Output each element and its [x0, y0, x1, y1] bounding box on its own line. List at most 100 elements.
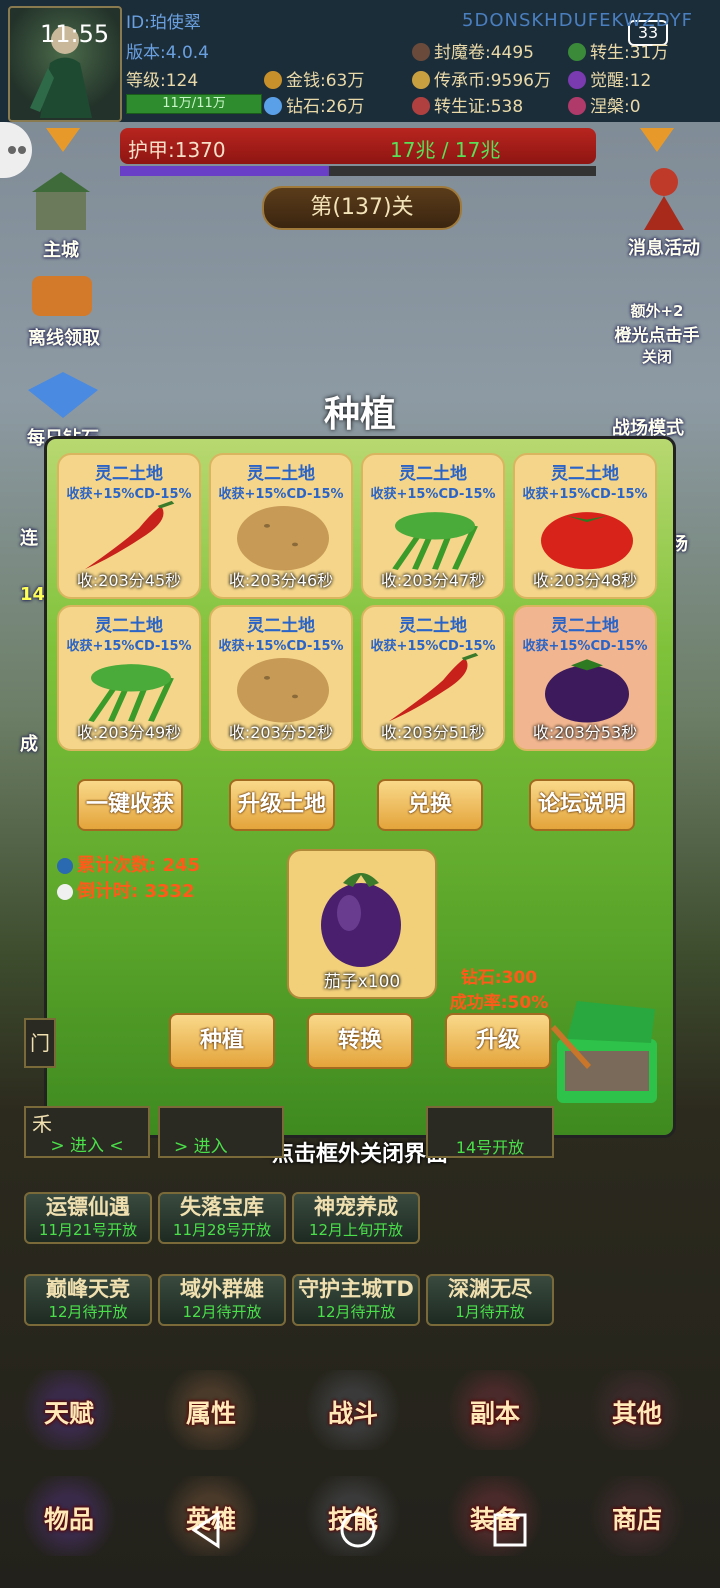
tab-label: 副本	[469, 1399, 520, 1428]
side-left-partial-1[interactable]: 连	[20, 524, 38, 550]
upgrade-land-button[interactable]: 升级土地	[229, 779, 335, 831]
toolbox-icon[interactable]	[547, 995, 667, 1115]
side-left-partial-3[interactable]: 成	[20, 730, 38, 756]
player-id: ID:珀使翠	[126, 13, 201, 33]
event-button-5[interactable]: 域外群雄 12月待开放	[158, 1274, 286, 1326]
event-date: 11月21号开放	[38, 1221, 138, 1239]
extra-label: 额外+2	[630, 302, 684, 320]
greens-icon	[88, 664, 174, 723]
news-event-label: 消息活动	[628, 238, 700, 259]
plot-5[interactable]: 灵二土地 收获+15%CD-15% 收:203分49秒	[57, 605, 201, 751]
event-button-3[interactable]: 神宠养成 12月上旬开放	[292, 1192, 420, 1244]
coin-icon	[264, 71, 282, 89]
android-nav-bar	[0, 1486, 720, 1588]
main-city-button[interactable]: 主城	[18, 170, 104, 261]
orange-light-clicker-button[interactable]: 额外+2 橙光点击手 关闭	[598, 300, 716, 366]
collapse-right-arrow-icon[interactable]	[640, 128, 674, 152]
total-count-row: 累计次数: 245	[57, 851, 200, 877]
news-event-button[interactable]: 消息活动	[612, 160, 716, 259]
convert-button[interactable]: 转换	[307, 1013, 413, 1069]
plot-1[interactable]: 灵二土地 收获+15%CD-15% 收:203分45秒	[57, 453, 201, 599]
partial-left-button-1[interactable]: 门	[24, 1018, 56, 1068]
game-version: 版本:4.0.4	[126, 43, 209, 63]
event-date: 12月上旬开放	[308, 1221, 404, 1239]
plot-3[interactable]: 灵二土地 收获+15%CD-15% 收:203分47秒	[361, 453, 505, 599]
recents-icon[interactable]	[490, 1510, 530, 1550]
castle-icon	[32, 172, 90, 230]
back-icon[interactable]	[188, 1510, 228, 1550]
event-date: 12月待开放	[182, 1303, 262, 1321]
plot-bonus: 收获+15%CD-15%	[370, 639, 496, 654]
nirvana-value: 涅槃:0	[590, 97, 641, 117]
exchange-button[interactable]: 兑换	[377, 779, 483, 831]
tomato-icon	[541, 512, 633, 570]
plot-4[interactable]: 灵二土地 收获+15%CD-15% 收:203分48秒	[513, 453, 657, 599]
rebirth-stat: 转生:31万	[568, 38, 668, 63]
forum-guide-button[interactable]: 论坛说明	[529, 779, 635, 831]
clicker-state-label: 关闭	[641, 348, 672, 366]
plot-bonus: 收获+15%CD-15%	[522, 487, 648, 502]
event-button-1[interactable]: 运镖仙遇 11月21号开放	[24, 1192, 152, 1244]
seal-scroll-value: 封魔卷:4495	[434, 43, 534, 63]
plot-2[interactable]: 灵二土地 收获+15%CD-15% 收:203分46秒	[209, 453, 353, 599]
eggplant-icon	[321, 873, 401, 967]
chili-icon	[389, 653, 479, 722]
plot-title: 灵二土地	[399, 616, 467, 636]
upgrade-button[interactable]: 升级	[445, 1013, 551, 1069]
plot-harvest-time: 收:203分49秒	[76, 723, 182, 742]
diamond-value: 钻石:26万	[286, 97, 365, 117]
event-name: 神宠养成	[314, 1195, 398, 1219]
side-left-partial-2[interactable]: 14	[20, 584, 45, 605]
tab-label: 属性	[185, 1399, 236, 1428]
eggplant-icon	[545, 659, 629, 723]
event-button-6[interactable]: 守护主城TD 12月待开放	[292, 1274, 420, 1326]
planting-dialog: 灵二土地 收获+15%CD-15% 收:203分45秒 灵二土地 收获+15%CD-15…	[44, 436, 676, 1138]
money-value: 金钱:63万	[286, 71, 365, 91]
plot-harvest-time: 收:203分48秒	[532, 571, 638, 590]
daily-diamond-button[interactable]: 每日钻石	[18, 370, 108, 449]
plot-title: 灵二土地	[551, 616, 619, 636]
plot-6[interactable]: 灵二土地 收获+15%CD-15% 收:203分52秒	[209, 605, 353, 751]
event-name: 深渊无尽	[448, 1277, 532, 1301]
awaken-stat: 觉醒:12	[568, 66, 651, 91]
cost-diamond: 钻石:300	[460, 968, 538, 988]
plot-bonus: 收获+15%CD-15%	[370, 487, 496, 502]
event-date: 12月待开放	[48, 1303, 128, 1321]
tab-tabs_row1-5[interactable]: 其他	[582, 1370, 692, 1450]
home-icon[interactable]	[338, 1510, 378, 1550]
enter-mid-label: > 进入	[174, 1137, 228, 1157]
offline-reward-button[interactable]: 离线领取	[18, 270, 110, 350]
plot-harvest-time: 收:203分52秒	[228, 723, 334, 742]
diamond-icon	[28, 372, 98, 418]
harvest-all-button[interactable]: 一键收获	[77, 779, 183, 831]
countdown-row: 倒计时: 3332	[57, 877, 200, 903]
orange-clicker-label: 橙光点击手	[614, 326, 700, 346]
uid-code: 5DONSKHDUFEKWZDYF	[462, 10, 693, 31]
tab-tabs_row1-4[interactable]: 副本	[440, 1370, 550, 1450]
seed-label: 茄子x100	[323, 972, 401, 992]
event-button-7[interactable]: 深渊无尽 1月待开放	[426, 1274, 554, 1326]
plot-title: 灵二土地	[95, 616, 163, 636]
event-date: 1月待开放	[455, 1303, 525, 1321]
main-city-label: 主城	[43, 240, 79, 261]
armor-sub-fill	[120, 166, 330, 176]
plot-7[interactable]: 灵二土地 收获+15%CD-15% 收:203分51秒	[361, 605, 505, 751]
tab-tabs_row1-1[interactable]: 天赋	[14, 1370, 124, 1450]
tab-tabs_row1-2[interactable]: 属性	[156, 1370, 266, 1450]
event-button-2[interactable]: 失落宝库 11月28号开放	[158, 1192, 286, 1244]
partial-mid-button[interactable]: > 进入	[158, 1106, 284, 1158]
partial-left-button-2[interactable]: 禾 > 进入 <	[24, 1106, 150, 1158]
plot-8[interactable]: 灵二土地 收获+15%CD-15% 收:203分53秒	[513, 605, 657, 751]
partial-right-button[interactable]: 14号开放	[426, 1106, 554, 1158]
plot-title: 灵二土地	[247, 616, 315, 636]
tab-tabs_row1-3[interactable]: 战斗	[298, 1370, 408, 1450]
planting-dialog-title: 种植	[323, 394, 396, 435]
offline-reward-label: 离线领取	[28, 328, 100, 349]
plant-button[interactable]: 种植	[169, 1013, 275, 1069]
seed-slot[interactable]: 茄子x100	[287, 849, 437, 999]
collapse-left-arrow-icon[interactable]	[46, 128, 80, 152]
inherit-coin-stat: 传承币:9596万	[412, 66, 551, 91]
plot-title: 灵二土地	[247, 464, 315, 484]
event-button-4[interactable]: 巅峰天竞 12月待开放	[24, 1274, 152, 1326]
armor-label: 护甲:1370	[128, 138, 226, 162]
